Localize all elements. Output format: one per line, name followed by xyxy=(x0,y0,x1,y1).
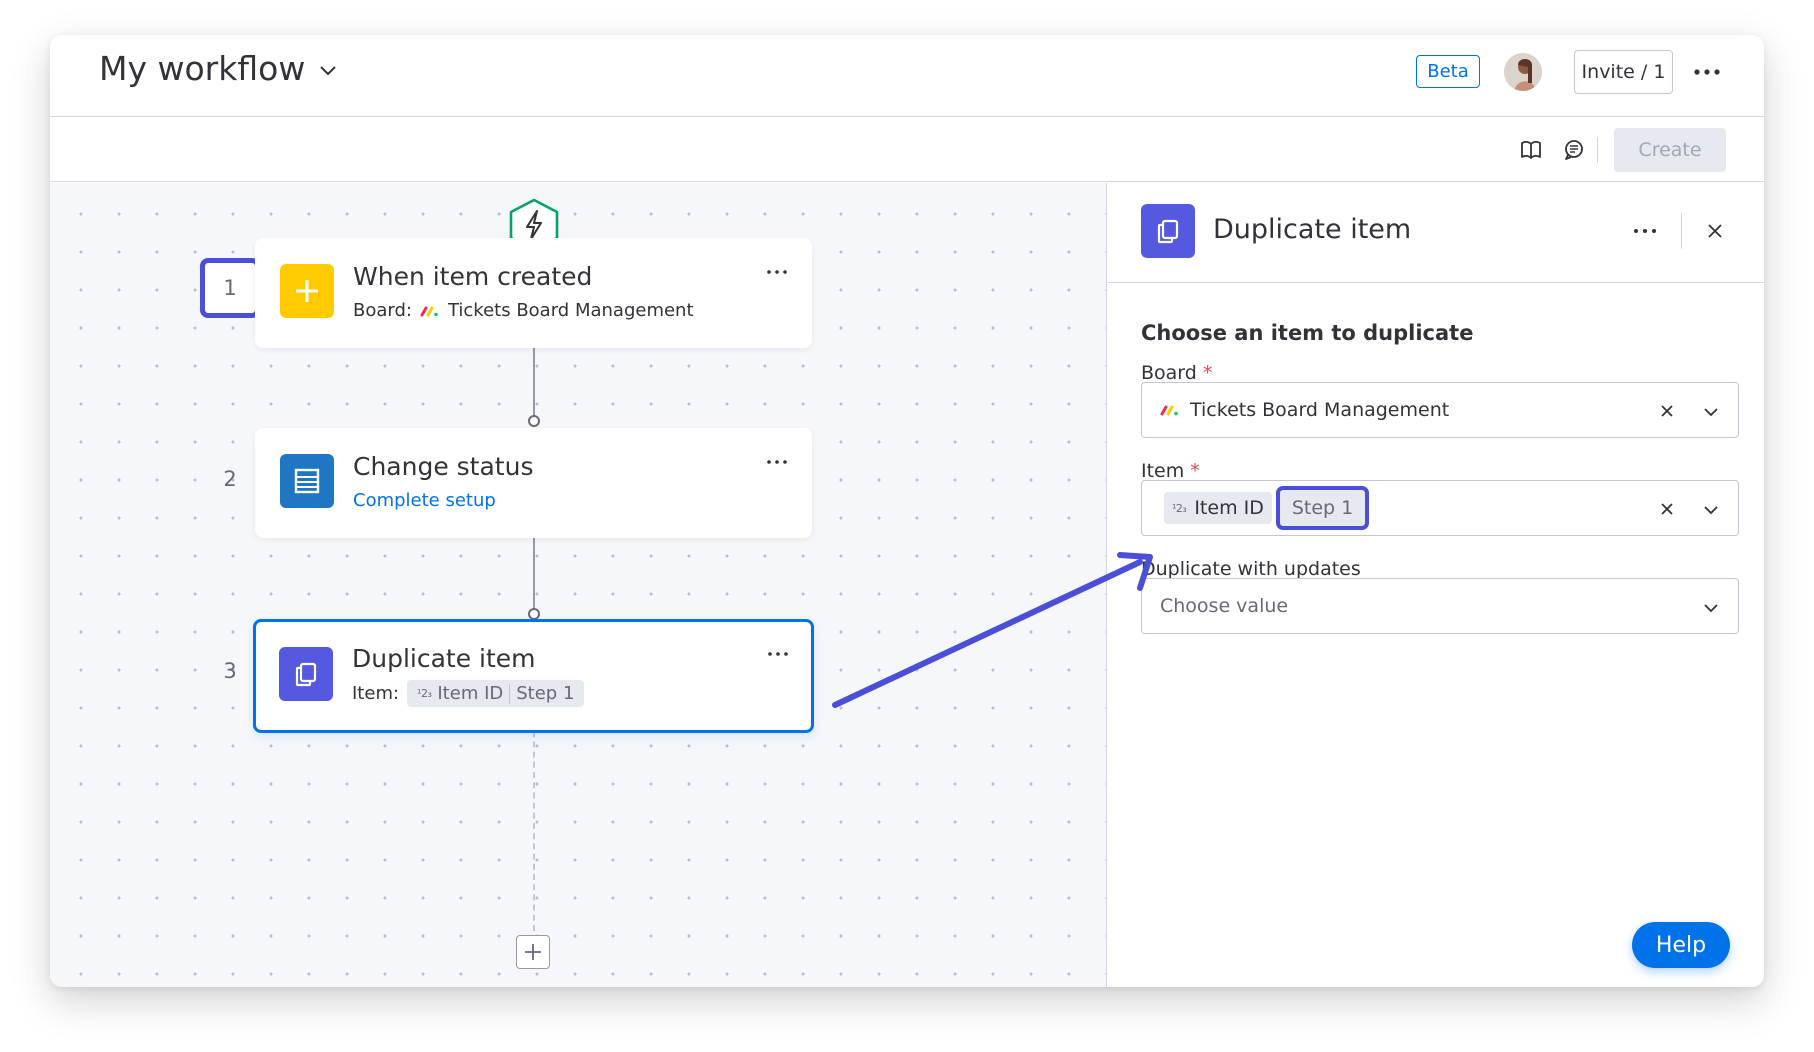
board-label: Board: xyxy=(353,300,412,321)
more-options-icon[interactable] xyxy=(764,262,790,282)
help-button[interactable]: Help xyxy=(1632,922,1730,968)
monday-logo-icon xyxy=(420,306,438,316)
duplicate-icon xyxy=(1141,204,1195,258)
updates-placeholder: Choose value xyxy=(1160,595,1289,617)
clear-icon[interactable] xyxy=(1656,498,1678,520)
chevron-down-icon xyxy=(320,65,337,75)
book-icon[interactable] xyxy=(1518,137,1544,163)
step-subtitle: Complete setup xyxy=(353,490,496,511)
updates-select-value: Choose value xyxy=(1160,579,1288,633)
step-title: When item created xyxy=(353,262,593,291)
add-step-button[interactable] xyxy=(516,935,550,969)
more-options-icon[interactable] xyxy=(1690,59,1724,85)
more-options-icon[interactable] xyxy=(765,644,791,664)
chevron-down-icon[interactable] xyxy=(1700,499,1722,521)
board-label-text: Board xyxy=(1141,362,1197,384)
number-column-icon: ¹2₃ xyxy=(417,687,432,700)
clear-icon[interactable] xyxy=(1656,400,1678,422)
complete-setup-link[interactable]: Complete setup xyxy=(353,490,496,511)
connector-line xyxy=(533,528,535,612)
more-options-icon[interactable] xyxy=(764,452,790,472)
close-icon[interactable] xyxy=(1703,219,1727,243)
required-mark: * xyxy=(1202,362,1213,384)
step-title: Duplicate item xyxy=(352,644,536,673)
board-field-label: Board * xyxy=(1141,362,1212,384)
beta-badge: Beta xyxy=(1416,55,1480,88)
chip-divider xyxy=(509,683,511,704)
board-name: Tickets Board Management xyxy=(447,300,694,321)
section-title: Choose an item to duplicate xyxy=(1141,321,1474,345)
panel-header: Duplicate item xyxy=(1108,183,1764,283)
step-number-highlighted: 1 xyxy=(200,258,260,318)
step-card-change-status[interactable]: Change status Complete setup xyxy=(255,428,812,538)
step-number: 2 xyxy=(223,467,237,491)
step-card-duplicate-item[interactable]: Duplicate item Item: ¹2₃ Item ID Step 1 xyxy=(253,619,814,733)
status-column-icon xyxy=(280,454,334,508)
step-subtitle: Board: Tickets Board Management xyxy=(353,300,694,321)
invite-button[interactable]: Invite / 1 xyxy=(1574,50,1673,94)
step-chip-highlighted[interactable]: Step 1 xyxy=(1275,486,1370,530)
item-select-value: ¹2₃ Item ID Step 1 xyxy=(1164,481,1370,535)
duplicate-icon xyxy=(279,647,333,701)
required-mark: * xyxy=(1190,460,1200,482)
app-window: My workflow Beta Invite / 1 Create 1 Whe… xyxy=(50,35,1764,987)
chip-field: Item ID xyxy=(437,683,504,704)
number-column-icon: ¹2₃ xyxy=(1172,501,1187,515)
avatar[interactable] xyxy=(1504,53,1542,91)
step-subtitle: Item: ¹2₃ Item ID Step 1 xyxy=(352,680,585,707)
connector-dot xyxy=(528,415,540,427)
workflow-canvas[interactable]: 1 When item created Board: Tickets Board… xyxy=(50,183,1107,987)
updates-select[interactable]: Choose value xyxy=(1141,578,1739,634)
header: My workflow Beta Invite / 1 xyxy=(50,35,1764,117)
plus-icon xyxy=(280,264,334,318)
board-value-text: Tickets Board Management xyxy=(1190,399,1450,421)
page-title: My workflow xyxy=(99,49,306,88)
plus-icon xyxy=(525,944,541,960)
board-select[interactable]: Tickets Board Management xyxy=(1141,382,1739,438)
create-button[interactable]: Create xyxy=(1614,128,1726,172)
item-select[interactable]: ¹2₃ Item ID Step 1 xyxy=(1141,480,1739,536)
step-title: Change status xyxy=(353,452,534,481)
toolbar: Create xyxy=(50,117,1764,182)
chip-step: Step 1 xyxy=(516,683,575,704)
panel-divider xyxy=(1681,213,1682,249)
step-number: 3 xyxy=(223,659,237,683)
item-label: Item: xyxy=(352,683,400,704)
monday-logo-icon xyxy=(1160,405,1178,416)
item-label-text: Item xyxy=(1141,460,1185,482)
feedback-icon[interactable] xyxy=(1561,137,1587,163)
item-field-label: Item * xyxy=(1141,460,1200,482)
connector-dashed-line xyxy=(533,721,535,931)
action-config-panel: Duplicate item Choose an item to duplica… xyxy=(1108,183,1764,987)
board-select-value: Tickets Board Management xyxy=(1160,383,1449,437)
item-field-text: Item ID xyxy=(1194,497,1264,519)
step-card-trigger[interactable]: When item created Board: Tickets Board M… xyxy=(255,238,812,348)
chevron-down-icon[interactable] xyxy=(1700,401,1722,423)
workflow-title-dropdown[interactable]: My workflow xyxy=(99,49,337,88)
chevron-down-icon[interactable] xyxy=(1700,597,1722,619)
updates-field-label: Duplicate with updates xyxy=(1141,558,1361,580)
item-id-chip[interactable]: ¹2₃ Item ID xyxy=(1164,492,1272,524)
more-options-icon[interactable] xyxy=(1630,221,1660,241)
toolbar-divider xyxy=(1597,137,1598,163)
item-id-chip[interactable]: ¹2₃ Item ID Step 1 xyxy=(407,680,585,707)
panel-title: Duplicate item xyxy=(1213,214,1412,245)
